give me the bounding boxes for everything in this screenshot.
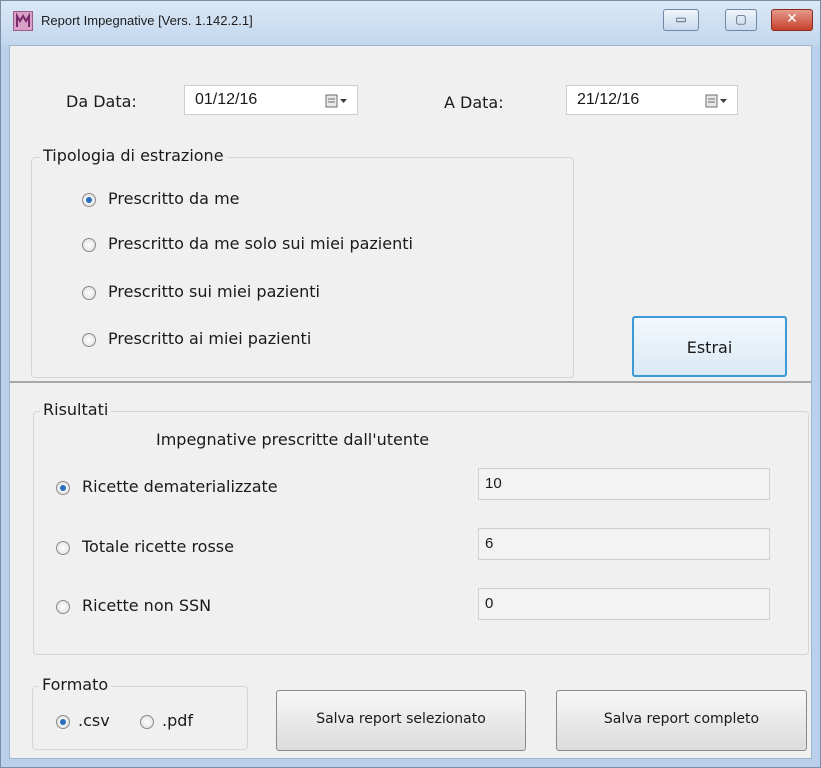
radio-label: Ricette non SSN	[82, 596, 212, 615]
radio-icon	[56, 600, 70, 614]
minimize-icon: ▭	[675, 12, 687, 26]
title-bar[interactable]: Report Impegnative [Vers. 1.142.2.1] ▭ ▢…	[1, 1, 820, 45]
radio-label: Totale ricette rosse	[82, 537, 234, 556]
report-window: Report Impegnative [Vers. 1.142.2.1] ▭ ▢…	[0, 0, 821, 768]
radio-ricette-dematerializzate[interactable]: Ricette dematerializzate	[56, 477, 356, 501]
close-icon: ✕	[786, 11, 798, 27]
radio-label: Prescritto sui miei pazienti	[108, 282, 320, 301]
radio-prescritto-da-me[interactable]: Prescritto da me	[82, 189, 382, 213]
ricette-dematerializzate-value: 10	[478, 468, 770, 500]
totale-ricette-rosse-value: 6	[478, 528, 770, 560]
to-date-value: 21/12/16	[577, 91, 640, 108]
ricette-non-ssn-value: 0	[478, 588, 770, 620]
radio-label: Prescritto ai miei pazienti	[108, 329, 312, 348]
radio-format-pdf[interactable]: .pdf	[140, 711, 220, 735]
client-area: Da Data: 01/12/16 A Data: 21/12/16 Tipol…	[9, 45, 812, 759]
radio-prescritto-da-me-solo-sui-miei-pazienti[interactable]: Prescritto da me solo sui miei pazienti	[82, 234, 522, 258]
minimize-button[interactable]: ▭	[663, 9, 699, 31]
from-date-value: 01/12/16	[195, 91, 258, 108]
to-date-picker[interactable]: 21/12/16	[566, 85, 738, 115]
radio-icon	[82, 333, 96, 347]
radio-prescritto-sui-miei-pazienti[interactable]: Prescritto sui miei pazienti	[82, 282, 402, 306]
estrai-button-label: Estrai	[686, 338, 733, 357]
window-title: Report Impegnative [Vers. 1.142.2.1]	[41, 13, 253, 28]
radio-format-csv[interactable]: .csv	[56, 711, 136, 735]
radio-icon	[82, 286, 96, 300]
radio-icon	[56, 541, 70, 555]
radio-icon	[82, 193, 96, 207]
radio-prescritto-ai-miei-pazienti[interactable]: Prescritto ai miei pazienti	[82, 329, 402, 353]
field-value: 10	[485, 475, 502, 492]
results-title: Risultati	[40, 400, 112, 419]
save-complete-report-label: Salva report completo	[603, 711, 760, 727]
estrai-button[interactable]: Estrai	[632, 316, 787, 377]
radio-label: .pdf	[162, 711, 194, 730]
radio-icon	[140, 715, 154, 729]
app-icon	[13, 11, 33, 31]
radio-label: Prescritto da me	[108, 189, 240, 208]
format-title: Formato	[39, 675, 112, 694]
save-selected-report-button[interactable]: Salva report selezionato	[276, 690, 526, 751]
maximize-icon: ▢	[735, 12, 747, 26]
from-date-picker[interactable]: 01/12/16	[184, 85, 358, 115]
results-subtitle: Impegnative prescritte dall'utente	[156, 430, 430, 449]
radio-ricette-non-ssn[interactable]: Ricette non SSN	[56, 596, 356, 620]
from-date-label: Da Data:	[66, 92, 137, 111]
calendar-dropdown-icon[interactable]	[325, 94, 349, 108]
radio-label: Prescritto da me solo sui miei pazienti	[108, 234, 413, 253]
field-value: 6	[485, 535, 494, 552]
calendar-dropdown-icon[interactable]	[705, 94, 729, 108]
save-selected-report-label: Salva report selezionato	[316, 711, 486, 727]
maximize-button[interactable]: ▢	[725, 9, 757, 31]
save-complete-report-button[interactable]: Salva report completo	[556, 690, 807, 751]
field-value: 0	[485, 595, 494, 612]
radio-label: Ricette dematerializzate	[82, 477, 278, 496]
separator	[10, 381, 811, 383]
radio-label: .csv	[78, 711, 110, 730]
radio-icon	[56, 715, 70, 729]
to-date-label: A Data:	[444, 93, 504, 112]
extraction-type-title: Tipologia di estrazione	[40, 146, 227, 165]
radio-icon	[82, 238, 96, 252]
radio-totale-ricette-rosse[interactable]: Totale ricette rosse	[56, 537, 356, 561]
radio-icon	[56, 481, 70, 495]
close-button[interactable]: ✕	[771, 9, 813, 31]
